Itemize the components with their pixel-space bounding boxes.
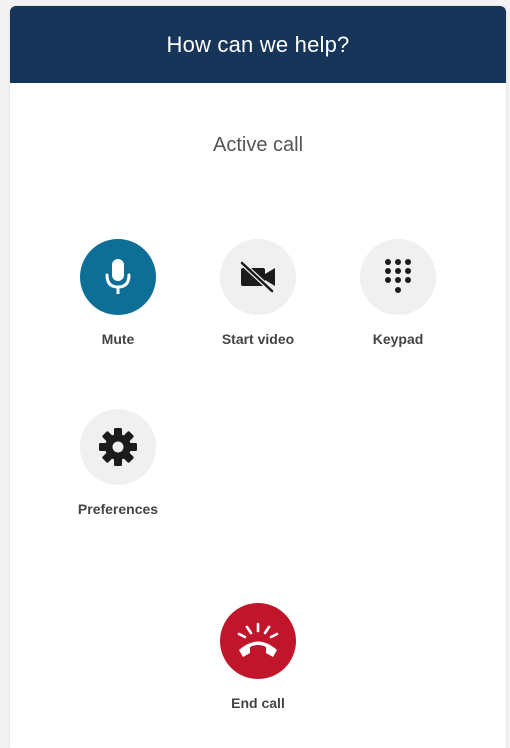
mute-button[interactable]: Mute: [48, 239, 188, 347]
end-call-label: End call: [231, 695, 285, 711]
mute-label: Mute: [101, 331, 135, 347]
keypad-button[interactable]: Keypad: [328, 239, 468, 347]
gear-icon: [99, 428, 137, 466]
header-bar: How can we help?: [10, 6, 506, 83]
hang-up-icon: [237, 622, 279, 657]
keypad-label: Keypad: [372, 331, 424, 347]
preferences-button[interactable]: Preferences: [48, 409, 188, 517]
preferences-circle[interactable]: [80, 409, 156, 485]
preferences-label: Preferences: [77, 501, 159, 517]
start-video-button[interactable]: Start video: [188, 239, 328, 347]
header-title: How can we help?: [166, 31, 350, 57]
end-call-circle[interactable]: [220, 603, 296, 679]
call-status: Active call: [212, 134, 304, 156]
video-off-icon: [239, 260, 275, 294]
dialpad-icon: [385, 259, 411, 293]
end-call-button[interactable]: End call: [188, 603, 328, 711]
keypad-circle[interactable]: [360, 239, 436, 315]
mute-circle[interactable]: [80, 239, 156, 315]
microphone-icon: [105, 259, 131, 294]
call-widget: How can we help? Active call Mute Start …: [10, 6, 506, 748]
start-video-label: Start video: [221, 331, 295, 347]
start-video-circle[interactable]: [220, 239, 296, 315]
